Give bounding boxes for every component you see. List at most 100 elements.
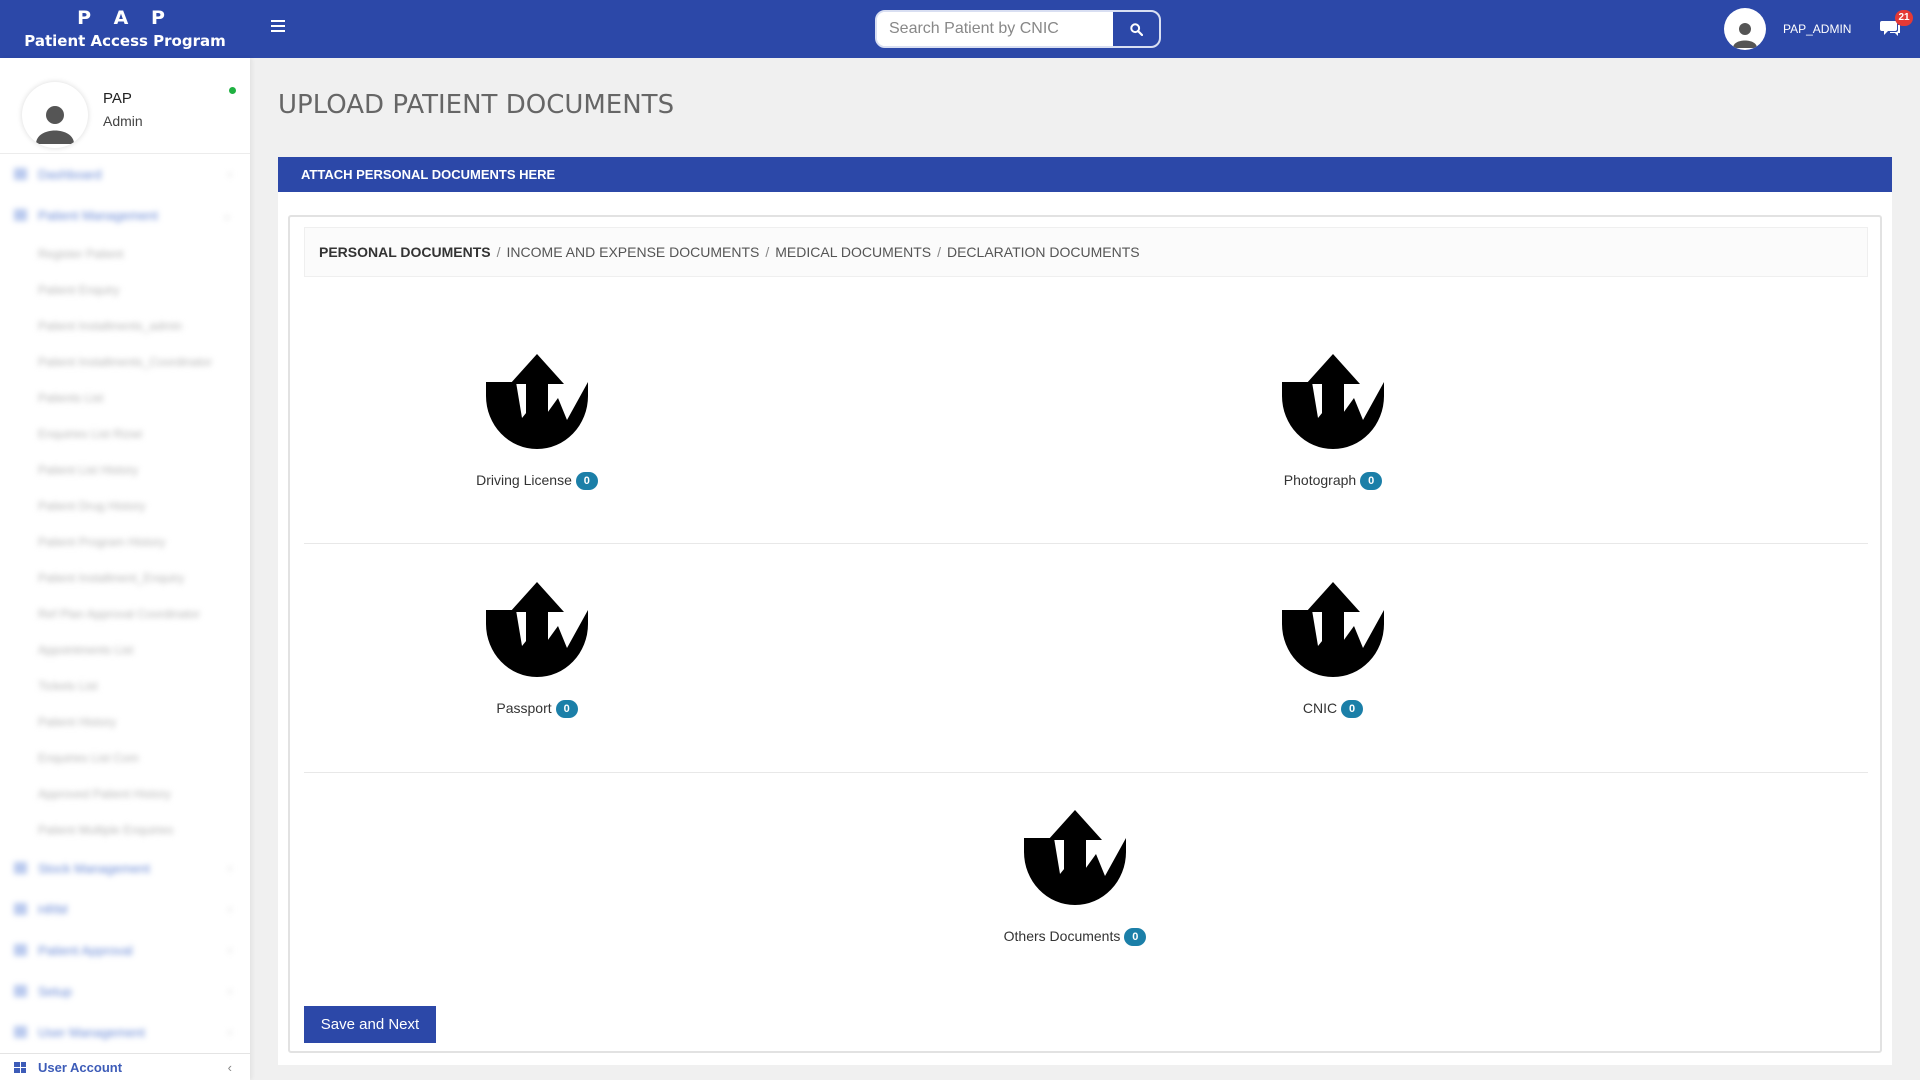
upload-icon[interactable] [1268, 568, 1398, 678]
upload-label: Photograph [1283, 472, 1357, 488]
sidebar-item-label: Patient Approval [38, 943, 133, 958]
sidebar-item-label: User Management [38, 1025, 145, 1040]
search-button[interactable] [1113, 12, 1159, 46]
search-input[interactable] [877, 12, 1113, 46]
sidebar-item-hrm[interactable]: HRM ‹ [0, 889, 250, 930]
menu-icon [14, 1026, 27, 1038]
page-title: UPLOAD PATIENT DOCUMENTS [278, 90, 675, 120]
sidebar-subitem[interactable]: Tickets List [0, 668, 250, 704]
sidebar-item-label: Setup [38, 984, 72, 999]
menu-icon [14, 944, 27, 956]
sidebar-subitem[interactable]: Patient History [0, 704, 250, 740]
username[interactable]: PAP_ADMIN [1783, 22, 1851, 36]
sidebar-item-label: HRM [38, 902, 68, 917]
user-icon [36, 106, 74, 144]
sidebar-profile: PAP Admin [0, 58, 250, 154]
menu-icon [14, 862, 27, 874]
row-divider [304, 543, 1868, 544]
card-header: ATTACH PERSONAL DOCUMENTS HERE [278, 157, 1892, 192]
sidebar-subitem[interactable]: Patient Drug History [0, 488, 250, 524]
chevron-left-icon: ‹ [228, 861, 232, 875]
sidebar-subitem[interactable]: Patients List [0, 380, 250, 416]
breadcrumb: PERSONAL DOCUMENTS / INCOME AND EXPENSE DO… [304, 227, 1868, 277]
upload-driving-license: Driving License 0 [427, 340, 647, 490]
chevron-left-icon: ‹ [228, 943, 232, 957]
grid-icon [14, 1062, 26, 1073]
upload-icon[interactable] [1010, 796, 1140, 906]
tab-declaration-documents[interactable]: DECLARATION DOCUMENTS [947, 244, 1140, 260]
count-badge: 0 [555, 700, 578, 718]
save-and-next-button[interactable]: Save and Next [304, 1006, 436, 1043]
upload-icon[interactable] [472, 340, 602, 450]
sidebar-subitem[interactable]: Appointments List [0, 632, 250, 668]
sidebar: PAP Admin Dashboard ‹ Patient Management… [0, 58, 250, 1080]
upload-others-documents: Others Documents 0 [965, 796, 1185, 946]
menu-icon [14, 209, 27, 221]
count-badge: 0 [575, 472, 598, 490]
user-icon [1733, 23, 1757, 48]
top-navbar: P A P Patient Access Program PAP_ADMIN 2… [0, 0, 1920, 58]
breadcrumb-separator: / [937, 244, 941, 260]
menu-toggle-icon[interactable] [271, 20, 285, 32]
search-box [875, 10, 1161, 48]
sidebar-subitem[interactable]: Patient Installments_Coordinator [0, 344, 250, 380]
chevron-left-icon: ‹ [227, 1060, 232, 1075]
chevron-down-icon: ⌄ [221, 208, 232, 222]
chevron-left-icon: ‹ [228, 167, 232, 181]
user-avatar[interactable] [1724, 8, 1766, 50]
tab-medical-documents[interactable]: MEDICAL DOCUMENTS [775, 244, 931, 260]
breadcrumb-separator: / [765, 244, 770, 260]
sidebar-subitem[interactable]: Patient Installments_admin [0, 308, 250, 344]
sidebar-subitem[interactable]: Patient Program History [0, 524, 250, 560]
sidebar-subitem[interactable]: Approved Patient History [0, 776, 250, 812]
chevron-left-icon: ‹ [228, 984, 232, 998]
profile-role: Admin [103, 113, 143, 129]
sidebar-item-label: Stock Management [38, 861, 151, 876]
sidebar-nav: Dashboard ‹ Patient Management ⌄ Registe… [0, 154, 250, 1053]
sidebar-item-label: User Account [38, 1060, 123, 1075]
sidebar-item-label: Dashboard [38, 167, 102, 182]
sidebar-item-patient-approval[interactable]: Patient Approval ‹ [0, 930, 250, 971]
sidebar-item-patient-management[interactable]: Patient Management ⌄ [0, 195, 250, 236]
sidebar-item-setup[interactable]: Setup ‹ [0, 971, 250, 1012]
upload-icon[interactable] [472, 568, 602, 678]
search-icon [1129, 22, 1143, 36]
sidebar-item-dashboard[interactable]: Dashboard ‹ [0, 154, 250, 195]
brand-subtitle: Patient Access Program [24, 32, 226, 50]
sidebar-item-label: Patient Management [38, 208, 158, 223]
online-status-dot [229, 87, 236, 94]
tab-personal-documents[interactable]: PERSONAL DOCUMENTS [319, 244, 491, 260]
brand-logo[interactable]: P A P Patient Access Program [0, 0, 250, 58]
count-badge: 0 [1124, 928, 1147, 946]
breadcrumb-separator: / [496, 244, 501, 260]
menu-icon [14, 985, 27, 997]
sidebar-subitem[interactable]: Patient List History [0, 452, 250, 488]
upload-label: Others Documents [1003, 928, 1121, 944]
upload-panel: PERSONAL DOCUMENTS / INCOME AND EXPENSE DO… [288, 215, 1882, 1053]
sidebar-subitem[interactable]: Patient Enquiry [0, 272, 250, 308]
upload-photograph: Photograph 0 [1223, 340, 1443, 490]
upload-icon[interactable] [1268, 340, 1398, 450]
upload-card: PERSONAL DOCUMENTS / INCOME AND EXPENSE DO… [278, 192, 1892, 1065]
menu-icon [14, 168, 27, 180]
count-badge: 0 [1360, 472, 1383, 490]
brand-title: P A P [77, 7, 173, 29]
sidebar-subitem[interactable]: Ref Plan Approval Coordinator [0, 596, 250, 632]
upload-label: CNIC [1302, 700, 1338, 716]
sidebar-subitem[interactable]: Enquiries List Com [0, 740, 250, 776]
message-count-badge: 21 [1895, 10, 1913, 26]
sidebar-item-stock-management[interactable]: Stock Management ‹ [0, 848, 250, 889]
tab-income-expense-documents[interactable]: INCOME AND EXPENSE DOCUMENTS [507, 244, 760, 260]
avatar [22, 82, 88, 148]
sidebar-item-user-management[interactable]: User Management ‹ [0, 1012, 250, 1053]
sidebar-subitem[interactable]: Register Patient [0, 236, 250, 272]
row-divider [304, 772, 1868, 773]
upload-label: Driving License [476, 472, 572, 488]
upload-label: Passport [496, 700, 552, 716]
sidebar-subitem[interactable]: Patient Multiple Enquiries [0, 812, 250, 848]
sidebar-subitem[interactable]: Enquiries List Rizwi [0, 416, 250, 452]
chevron-left-icon: ‹ [228, 1025, 232, 1039]
sidebar-subitem[interactable]: Patient Installment_Enquiry [0, 560, 250, 596]
profile-name: PAP [103, 90, 132, 107]
sidebar-item-user-account[interactable]: User Account ‹ [0, 1053, 250, 1080]
